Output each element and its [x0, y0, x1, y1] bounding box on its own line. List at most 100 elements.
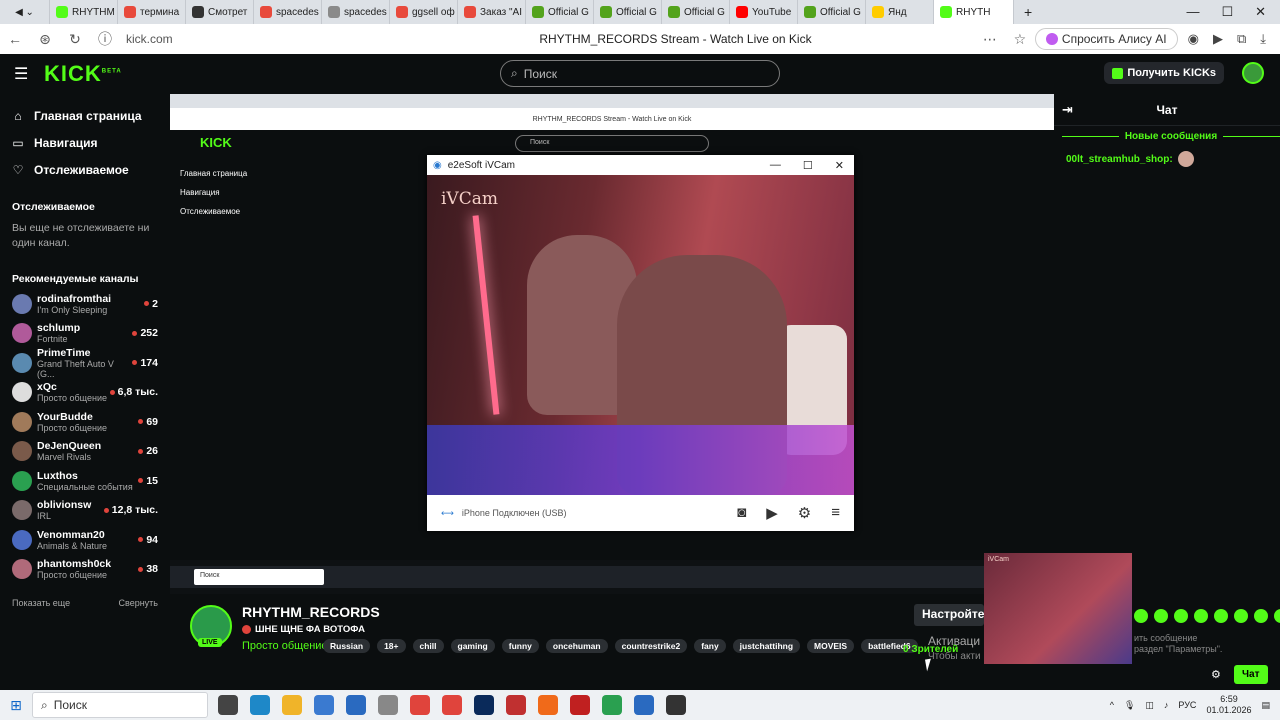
- channel-item[interactable]: xQc Просто общение 6,8 тыс.: [12, 378, 170, 408]
- collections-icon[interactable]: ⧉: [1237, 31, 1246, 47]
- emote-icon[interactable]: [1154, 609, 1168, 623]
- emote-icon[interactable]: [1134, 609, 1148, 623]
- send-chat-button[interactable]: Чат: [1234, 665, 1268, 684]
- channel-item[interactable]: oblivionsw IRL 12,8 тыс.: [12, 496, 170, 526]
- stream-tag[interactable]: fany: [694, 639, 726, 653]
- streamer-name[interactable]: RHYTHM_RECORDS: [242, 604, 380, 620]
- sidebar-item-browse[interactable]: ▭ Навигация: [12, 129, 170, 156]
- explorer-icon[interactable]: [282, 695, 302, 715]
- browser-tab[interactable]: Official G: [798, 0, 866, 24]
- stream-tag[interactable]: MOVEIS: [807, 639, 855, 653]
- collapse-link[interactable]: Свернуть: [119, 598, 158, 608]
- app-icon[interactable]: [570, 695, 590, 715]
- minimize-icon[interactable]: —: [1186, 4, 1199, 20]
- browser-tab[interactable]: Смотрет: [186, 0, 254, 24]
- browser-tab[interactable]: ggsell оф: [390, 0, 458, 24]
- channel-item[interactable]: DeJenQueen Marvel Rivals 26: [12, 437, 170, 467]
- url-field[interactable]: kick.com: [126, 32, 376, 46]
- notifications-icon[interactable]: ▤: [1261, 700, 1270, 711]
- clock[interactable]: 6:59 01.01.2026: [1206, 694, 1251, 716]
- browser-tab[interactable]: термина: [118, 0, 186, 24]
- stream-tag[interactable]: justchattihng: [732, 639, 801, 653]
- ivcam-taskbar-icon[interactable]: [634, 695, 654, 715]
- obs-icon[interactable]: [666, 695, 686, 715]
- stream-tag[interactable]: 18+: [377, 639, 406, 653]
- collapse-chat-icon[interactable]: ⇥: [1062, 102, 1073, 118]
- edge-icon[interactable]: [250, 695, 270, 715]
- avatar[interactable]: [1242, 62, 1264, 84]
- search-input[interactable]: ⌕ Поиск: [500, 60, 780, 87]
- channel-item[interactable]: phantomsh0ck Просто общение 38: [12, 555, 170, 585]
- language-indicator[interactable]: РУС: [1178, 700, 1196, 710]
- settings-icon[interactable]: ⚙: [798, 504, 811, 522]
- channel-item[interactable]: schlump Fortnite 252: [12, 319, 170, 349]
- kick-logo[interactable]: KICKBETA: [44, 61, 122, 87]
- browser-tab[interactable]: Заказ "AI: [458, 0, 526, 24]
- browser-tab[interactable]: Янд: [866, 0, 934, 24]
- browser-tab[interactable]: Official G: [662, 0, 730, 24]
- extension-icon[interactable]: ◉: [1188, 31, 1199, 47]
- back-icon[interactable]: ←: [0, 31, 30, 47]
- browser-tab[interactable]: spacedes: [254, 0, 322, 24]
- browser-tab[interactable]: RHYTHM: [50, 0, 118, 24]
- bookmark-icon[interactable]: ☆: [1005, 31, 1035, 48]
- close-icon[interactable]: ✕: [1255, 4, 1266, 20]
- new-messages-divider[interactable]: Новые сообщения: [1062, 131, 1280, 142]
- store-icon[interactable]: [314, 695, 334, 715]
- browser-tab[interactable]: Official G: [526, 0, 594, 24]
- show-more-link[interactable]: Показать еще: [12, 598, 70, 608]
- reload-icon[interactable]: ↻: [60, 31, 90, 48]
- app-icon[interactable]: [378, 695, 398, 715]
- stream-tag[interactable]: countrestrike2: [614, 639, 688, 653]
- alice-ai-button[interactable]: Спросить Алису AI: [1034, 28, 1178, 50]
- browser-tab[interactable]: RHYTH: [934, 0, 1014, 24]
- stream-tag[interactable]: Russian: [323, 639, 371, 653]
- ivcam-window[interactable]: ◉ e2eSoft iVCam — ☐ ✕ iVCam ⟷ iPhone Под…: [427, 155, 854, 531]
- stream-tag[interactable]: funny: [501, 639, 539, 653]
- stream-tag[interactable]: chill: [412, 639, 444, 653]
- menu-icon[interactable]: ☰: [14, 64, 30, 84]
- sidebar-item-home[interactable]: ⌂ Главная страница: [12, 102, 170, 129]
- emote-icon[interactable]: [1214, 609, 1228, 623]
- stream-tag[interactable]: oncehuman: [545, 639, 608, 653]
- site-info-icon[interactable]: ⓘ: [90, 29, 120, 49]
- emote-icon[interactable]: [1274, 609, 1280, 623]
- get-kicks-button[interactable]: Получить KICKs: [1104, 62, 1224, 84]
- mic-icon[interactable]: 🎙: [1124, 700, 1135, 711]
- channel-item[interactable]: Venomman20 Animals & Nature 94: [12, 525, 170, 555]
- app-icon[interactable]: [538, 695, 558, 715]
- emote-icon[interactable]: [1254, 609, 1268, 623]
- emote-icon[interactable]: [1194, 609, 1208, 623]
- tray-overflow-icon[interactable]: ^: [1110, 700, 1114, 710]
- channel-item[interactable]: Luxthos Специальные события 15: [12, 466, 170, 496]
- category-link[interactable]: Просто общение: [242, 640, 328, 652]
- browser-tab[interactable]: YouTube: [730, 0, 798, 24]
- yandex-browser-icon[interactable]: [410, 695, 430, 715]
- stream-tag[interactable]: gaming: [450, 639, 495, 653]
- download-icon[interactable]: ⤓: [1260, 31, 1266, 47]
- taskbar-search[interactable]: ⌕ Поиск: [32, 692, 208, 718]
- windows-start-icon[interactable]: ⊞: [0, 697, 32, 714]
- pip-camera-window[interactable]: iVCam: [984, 553, 1132, 664]
- channel-item[interactable]: PrimeTime Grand Theft Auto V (G... 174: [12, 347, 170, 379]
- task-view-icon[interactable]: [218, 695, 238, 715]
- new-tab-icon[interactable]: +: [1014, 4, 1042, 20]
- maximize-icon[interactable]: ☐: [803, 159, 813, 172]
- app-icon[interactable]: [506, 695, 526, 715]
- network-icon[interactable]: ◫: [1145, 700, 1154, 711]
- emote-icon[interactable]: [1174, 609, 1188, 623]
- maximize-icon[interactable]: ☐: [1221, 4, 1233, 20]
- sidebar-item-following[interactable]: ♡ Отслеживаемое: [12, 156, 170, 183]
- settings-toast[interactable]: Настройте к: [914, 604, 984, 626]
- browser-tab[interactable]: spacedes: [322, 0, 390, 24]
- minimize-icon[interactable]: —: [770, 159, 781, 172]
- menu-icon[interactable]: ≡: [831, 504, 840, 522]
- tab-actions-icon[interactable]: ◀ ⌄: [0, 0, 50, 24]
- camera-icon[interactable]: ◙: [737, 504, 746, 522]
- outlook-icon[interactable]: [346, 695, 366, 715]
- volume-icon[interactable]: ♪: [1164, 700, 1169, 710]
- video-icon[interactable]: ▶: [766, 504, 778, 522]
- close-icon[interactable]: ✕: [835, 159, 844, 172]
- photoshop-icon[interactable]: [474, 695, 494, 715]
- channel-item[interactable]: YourBudde Просто общение 69: [12, 407, 170, 437]
